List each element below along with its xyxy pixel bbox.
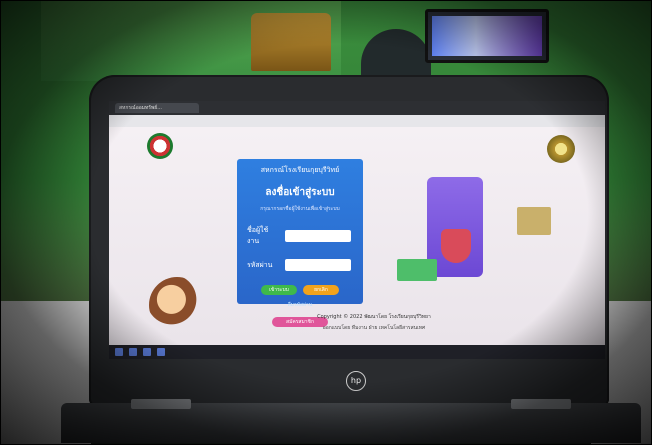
login-panel: สหกรณ์โรงเรียนกุยบุรีวิทย์ ลงชื่อเข้าสู่…: [237, 159, 363, 327]
login-heading: ลงชื่อเข้าสู่ระบบ: [265, 187, 335, 198]
cancel-button[interactable]: ยกเลิก: [303, 285, 339, 295]
laptop-base: [61, 403, 641, 443]
hp-logo-icon: hp: [346, 371, 366, 391]
browser-icon[interactable]: [143, 348, 151, 356]
browser-tabbar: สหกรณ์ออมทรัพย์...: [109, 101, 605, 115]
laptop-screen: สหกรณ์ออมทรัพย์... สหกรณ์โรงเรียนกุยบุรี…: [109, 101, 605, 359]
lock-shield-icon: [441, 229, 471, 263]
username-input[interactable]: [285, 230, 351, 242]
password-row: รหัสผ่าน: [247, 259, 363, 271]
password-input[interactable]: [285, 259, 351, 271]
person-background: [361, 29, 431, 81]
money-stack-icon: [397, 259, 437, 281]
search-icon[interactable]: [129, 348, 137, 356]
forgot-password-link[interactable]: ลืมรหัสผ่าน: [237, 301, 363, 309]
photo-frame: สหกรณ์ออมทรัพย์... สหกรณ์โรงเรียนกุยบุรี…: [0, 0, 652, 445]
username-label: ชื่อผู้ใช้งาน: [247, 226, 269, 245]
background-monitor: [425, 9, 549, 63]
school-logo-icon: [147, 133, 173, 159]
login-button[interactable]: เข้าระบบ: [261, 285, 297, 295]
username-row: ชื่อผู้ใช้งาน: [247, 225, 363, 247]
folder-icon[interactable]: [157, 348, 165, 356]
shrine-decoration: [251, 13, 331, 71]
building-icon: [517, 207, 551, 235]
security-illustration: [397, 167, 507, 287]
password-label: รหัสผ่าน: [247, 260, 273, 269]
credits-text: ออกแบบโดย ทีมงาน ฝ่าย เทคโนโลยีสารสนเทศ: [322, 325, 426, 331]
monitor-screen: [432, 16, 542, 56]
button-row: เข้าระบบ ยกเลิก: [237, 285, 363, 295]
org-name: สหกรณ์โรงเรียนกุยบุรีวิทย์: [260, 166, 340, 174]
emblem-icon: [547, 135, 575, 163]
login-subheading: กรุณากรอกชื่อผู้ใช้งานเพื่อเข้าสู่ระบบ: [260, 206, 340, 212]
right-hinge: [511, 399, 571, 409]
windows-taskbar: [109, 345, 605, 359]
students-illustration: [149, 277, 205, 333]
left-hinge: [131, 399, 191, 409]
browser-tab[interactable]: สหกรณ์ออมทรัพย์...: [115, 103, 199, 113]
copyright-text: Copyright © 2022 พัฒนาโดย โรงเรียนกุยบุร…: [317, 314, 431, 320]
web-page: สหกรณ์โรงเรียนกุยบุรีวิทย์ ลงชื่อเข้าสู่…: [109, 127, 605, 345]
start-icon[interactable]: [115, 348, 123, 356]
